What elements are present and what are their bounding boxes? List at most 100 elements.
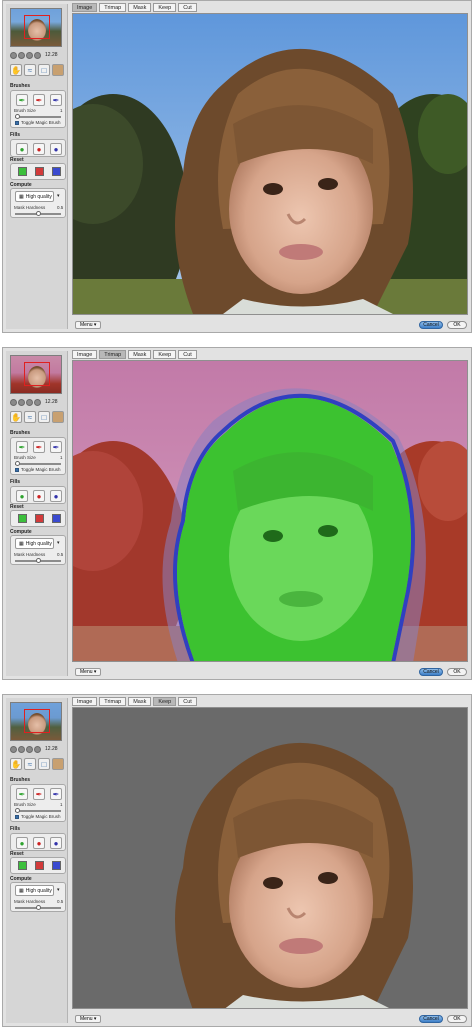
chevron-down-icon[interactable]: ▾ — [57, 193, 60, 199]
keep-fill-icon[interactable]: ● — [16, 490, 28, 502]
hand-tool-icon[interactable]: ✋ — [10, 64, 22, 76]
reset-cut-swatch[interactable] — [35, 514, 44, 523]
zoom-in-icon[interactable] — [34, 745, 41, 753]
menu-button[interactable]: Menu ▾ — [75, 1015, 102, 1023]
tab-mask[interactable]: Mask — [128, 3, 152, 12]
mask-hardness-knob[interactable] — [36, 558, 41, 563]
tab-image[interactable]: Image — [72, 3, 98, 12]
zoom-100-icon[interactable] — [26, 51, 33, 59]
cancel-button[interactable]: Cancel — [419, 668, 443, 676]
brush-size-slider[interactable] — [15, 463, 61, 465]
tab-cut[interactable]: Cut — [178, 3, 197, 12]
zoom-out-icon[interactable] — [10, 398, 17, 406]
tab-keep[interactable]: Keep — [153, 3, 177, 12]
reset-keep-swatch[interactable] — [18, 514, 27, 523]
wave-tool-icon[interactable]: ≈ — [24, 411, 36, 423]
wave-tool-icon[interactable]: ≈ — [24, 64, 36, 76]
mask-hardness-knob[interactable] — [36, 211, 41, 216]
tab-image[interactable]: Image — [72, 350, 98, 359]
select-tool-icon[interactable]: □ — [38, 64, 50, 76]
hand-tool-icon[interactable]: ✋ — [10, 758, 22, 770]
unknown-fill-icon[interactable]: ● — [50, 490, 62, 502]
reset-unknown-swatch[interactable] — [52, 861, 61, 870]
zoom-fit-icon[interactable] — [18, 745, 25, 753]
brush-size-slider[interactable] — [15, 810, 61, 812]
magic-brush-checkbox[interactable] — [15, 468, 19, 472]
select-tool-icon[interactable]: □ — [38, 411, 50, 423]
magic-brush-checkbox[interactable] — [15, 815, 19, 819]
tab-image[interactable]: Image — [72, 697, 98, 706]
reset-cut-swatch[interactable] — [35, 167, 44, 176]
reset-unknown-swatch[interactable] — [52, 514, 61, 523]
zoom-in-icon[interactable] — [34, 51, 41, 59]
cut-fill-icon[interactable]: ● — [33, 143, 45, 155]
zoom-fit-icon[interactable] — [18, 51, 25, 59]
navigator-thumbnail[interactable] — [10, 8, 62, 47]
unknown-fill-icon[interactable]: ● — [50, 837, 62, 849]
chevron-down-icon[interactable]: ▾ — [57, 887, 60, 893]
magic-brush-checkbox[interactable] — [15, 121, 19, 125]
quality-select[interactable]: ▦ High quality — [15, 191, 54, 202]
reset-keep-swatch[interactable] — [18, 167, 27, 176]
tab-keep[interactable]: Keep — [153, 350, 177, 359]
unknown-brush-icon[interactable]: ✒ — [50, 788, 62, 800]
cut-brush-icon[interactable]: ✒ — [33, 94, 45, 106]
navigator-view-rect[interactable] — [24, 362, 50, 386]
tab-cut[interactable]: Cut — [178, 697, 197, 706]
brush-tool-icon[interactable] — [52, 758, 64, 770]
reset-cut-swatch[interactable] — [35, 861, 44, 870]
brush-size-knob[interactable] — [15, 114, 20, 119]
tab-trimap[interactable]: Trimap — [99, 697, 127, 706]
keep-canvas[interactable] — [72, 707, 468, 1009]
zoom-100-icon[interactable] — [26, 398, 33, 406]
tab-trimap[interactable]: Trimap — [99, 350, 127, 359]
navigator-view-rect[interactable] — [24, 15, 50, 39]
zoom-out-icon[interactable] — [10, 51, 17, 59]
brush-size-knob[interactable] — [15, 461, 20, 466]
keep-fill-icon[interactable]: ● — [16, 143, 28, 155]
keep-brush-icon[interactable]: ✒ — [16, 788, 28, 800]
brush-tool-icon[interactable] — [52, 411, 64, 423]
unknown-fill-icon[interactable]: ● — [50, 143, 62, 155]
zoom-100-icon[interactable] — [26, 745, 33, 753]
chevron-down-icon[interactable]: ▾ — [57, 540, 60, 546]
image-canvas[interactable] — [72, 13, 468, 315]
tab-mask[interactable]: Mask — [128, 350, 152, 359]
zoom-out-icon[interactable] — [10, 745, 17, 753]
tab-trimap[interactable]: Trimap — [99, 3, 127, 12]
reset-keep-swatch[interactable] — [18, 861, 27, 870]
zoom-fit-icon[interactable] — [18, 398, 25, 406]
brush-size-slider[interactable] — [15, 116, 61, 118]
cut-brush-icon[interactable]: ✒ — [33, 788, 45, 800]
cut-fill-icon[interactable]: ● — [33, 490, 45, 502]
cut-brush-icon[interactable]: ✒ — [33, 441, 45, 453]
reset-unknown-swatch[interactable] — [52, 167, 61, 176]
navigator-thumbnail[interactable] — [10, 355, 62, 394]
brush-size-knob[interactable] — [15, 808, 20, 813]
quality-select[interactable]: ▦ High quality — [15, 885, 54, 896]
menu-button[interactable]: Menu ▾ — [75, 668, 102, 676]
navigator-thumbnail[interactable] — [10, 702, 62, 741]
tab-keep[interactable]: Keep — [153, 697, 177, 706]
keep-brush-icon[interactable]: ✒ — [16, 441, 28, 453]
ok-button[interactable]: OK — [447, 668, 467, 676]
wave-tool-icon[interactable]: ≈ — [24, 758, 36, 770]
cancel-button[interactable]: Cancel — [419, 321, 443, 329]
brush-tool-icon[interactable] — [52, 64, 64, 76]
cut-fill-icon[interactable]: ● — [33, 837, 45, 849]
keep-fill-icon[interactable]: ● — [16, 837, 28, 849]
mask-hardness-knob[interactable] — [36, 905, 41, 910]
ok-button[interactable]: OK — [447, 321, 467, 329]
select-tool-icon[interactable]: □ — [38, 758, 50, 770]
quality-select[interactable]: ▦ High quality — [15, 538, 54, 549]
menu-button[interactable]: Menu ▾ — [75, 321, 102, 329]
unknown-brush-icon[interactable]: ✒ — [50, 94, 62, 106]
trimap-canvas[interactable] — [72, 360, 468, 662]
ok-button[interactable]: OK — [447, 1015, 467, 1023]
zoom-in-icon[interactable] — [34, 398, 41, 406]
unknown-brush-icon[interactable]: ✒ — [50, 441, 62, 453]
hand-tool-icon[interactable]: ✋ — [10, 411, 22, 423]
navigator-view-rect[interactable] — [24, 709, 50, 733]
cancel-button[interactable]: Cancel — [419, 1015, 443, 1023]
tab-cut[interactable]: Cut — [178, 350, 197, 359]
